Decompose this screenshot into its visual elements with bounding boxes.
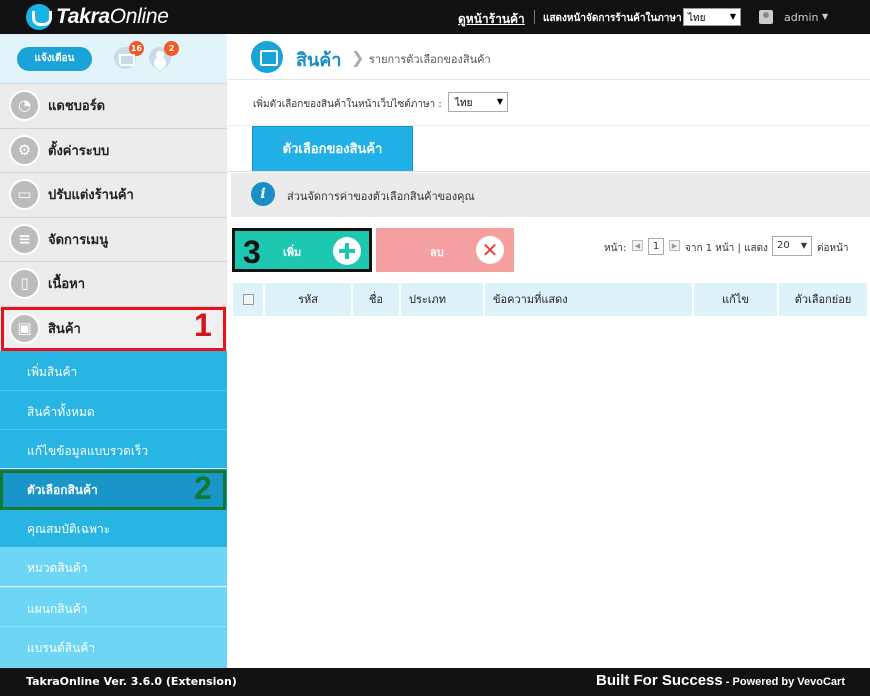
notifications-button[interactable]: แจ้งเตือน (17, 47, 92, 71)
add-option-button[interactable]: 3 เพิ่ม (232, 228, 372, 272)
annotation-number-1: 1 (194, 307, 212, 343)
sidebar-item-content[interactable]: ▯ เนื้อหา (0, 262, 227, 307)
dashboard-icon: ◔ (9, 90, 40, 122)
annotation-box-step-1 (1, 307, 226, 351)
admin-language-value: ไทย (688, 13, 706, 24)
divider (534, 10, 535, 24)
document-icon: ▯ (9, 268, 40, 300)
version-text: TakraOnline Ver. 3.6.0 (Extension) (26, 675, 237, 688)
user-menu[interactable]: admin (784, 11, 818, 24)
options-table-header: รหัส ชื่อ ประเภท ข้อความที่แสดง แก้ไข ตั… (233, 283, 867, 316)
submenu-item-attributes[interactable]: คุณสมบัติเฉพาะ (0, 508, 227, 547)
page-of-text: จาก 1 หน้า | แสดง (685, 243, 768, 254)
sidebar-top: แจ้งเตือน 16 2 (0, 34, 227, 84)
submenu-item-all-products[interactable]: สินค้าทั้งหมด (0, 390, 227, 429)
sidebar-item-dashboard[interactable]: ◔ แดชบอร์ด (0, 84, 227, 129)
table-header-name[interactable]: ชื่อ (353, 283, 401, 316)
content-language-value: ไทย (455, 98, 473, 109)
logo-icon (26, 4, 52, 30)
prev-page-icon[interactable]: ◀ (632, 240, 643, 251)
submenu-item-add-product[interactable]: เพิ่มสินค้า (0, 351, 227, 390)
page-header: สินค้า ❯ รายการตัวเลือกของสินค้า (227, 34, 870, 80)
content-language-row: เพิ่มตัวเลือกของสินค้าในหน้าเว็บไซต์ภาษา… (227, 80, 870, 126)
sidebar-item-label: ปรับแต่งร้านค้า (48, 188, 134, 204)
gears-icon: ⚙ (9, 134, 40, 166)
chevron-down-icon: ▼ (800, 241, 807, 250)
next-page-icon[interactable]: ▶ (669, 240, 680, 251)
menu-list-icon: ≡ (9, 223, 40, 255)
page-title[interactable]: สินค้า (296, 45, 341, 74)
sidebar-item-customize-store[interactable]: ▭ ปรับแต่งร้านค้า (0, 173, 227, 218)
per-page-select[interactable]: 20 ▼ (772, 236, 812, 256)
delete-button-label: ลบ (430, 246, 444, 259)
tab-product-options[interactable]: ตัวเลือกของสินค้า (252, 126, 413, 172)
table-header-display-text[interactable]: ข้อความที่แสดง (485, 283, 694, 316)
close-icon: ✕ (476, 236, 504, 264)
submenu-item-quick-edit[interactable]: แก้ไขข้อมูลแบบรวดเร็ว (0, 429, 227, 468)
info-icon: i (251, 182, 275, 206)
delete-option-button[interactable]: ลบ ✕ (376, 228, 514, 272)
members-badge: 2 (164, 41, 179, 56)
submenu-item-label: แบรนด์สินค้า (27, 641, 96, 655)
submenu-item-label: หมวดสินค้า (27, 561, 88, 575)
admin-language-label: แสดงหน้าจัดการร้านค้าในภาษา (543, 13, 682, 24)
submenu-item-label: คุณสมบัติเฉพาะ (27, 522, 111, 536)
breadcrumb: รายการตัวเลือกของสินค้า (369, 53, 491, 66)
submenu-item-brands[interactable]: แบรนด์สินค้า (0, 626, 227, 668)
logo-text-rest: Online (109, 5, 169, 28)
powered-by-text: - Powered by VevoCart (722, 676, 845, 688)
table-header-type[interactable]: ประเภท (401, 283, 485, 316)
per-page-value: 20 (777, 240, 790, 251)
chevron-right-icon: ❯ (351, 48, 365, 67)
content-language-label: เพิ่มตัวเลือกของสินค้าในหน้าเว็บไซต์ภาษา… (253, 99, 442, 110)
page-number-input[interactable]: 1 (648, 238, 664, 255)
submenu-item-departments[interactable]: แผนกสินค้า (0, 587, 227, 626)
sidebar-item-settings[interactable]: ⚙ ตั้งค่าระบบ (0, 128, 227, 173)
annotation-box-step-2 (0, 470, 226, 510)
submenu-item-label: สินค้าทั้งหมด (27, 405, 95, 419)
footer-tagline: Built For Success - Powered by VevoCart (596, 672, 845, 689)
select-all-checkbox[interactable] (243, 294, 254, 305)
plus-icon (333, 237, 361, 265)
add-button-label: เพิ่ม (283, 246, 302, 259)
divider (227, 171, 870, 172)
admin-language-select[interactable]: ไทย ▼ (683, 8, 741, 26)
tagline-text: Built For Success (596, 672, 723, 689)
submenu-item-categories[interactable]: หมวดสินค้า (0, 547, 227, 586)
per-page-suffix: ต่อหน้า (817, 243, 849, 254)
sidebar-item-label: ตั้งค่าระบบ (48, 143, 110, 159)
view-storefront-link[interactable]: ดูหน้าร้านค้า (458, 10, 525, 29)
chevron-down-icon: ▼ (496, 97, 503, 106)
footer: TakraOnline Ver. 3.6.0 (Extension) Built… (0, 668, 870, 696)
sidebar-item-label: เนื้อหา (48, 277, 86, 293)
members-icon[interactable]: 2 (149, 41, 179, 69)
box-icon (251, 41, 283, 73)
annotation-number-3: 3 (243, 234, 261, 270)
sidebar-item-label: จัดการเมนู (48, 232, 109, 248)
chevron-down-icon[interactable]: ▼ (822, 12, 828, 21)
sidebar-item-menu-management[interactable]: ≡ จัดการเมนู (0, 217, 227, 262)
user-avatar-icon[interactable] (759, 10, 773, 24)
takraonline-logo[interactable]: TakraOnline (26, 3, 169, 31)
table-header-select (233, 283, 265, 316)
submenu-item-label: แผนกสินค้า (27, 602, 88, 616)
top-bar: TakraOnline ดูหน้าร้านค้า แสดงหน้าจัดการ… (0, 0, 870, 34)
annotation-number-2: 2 (194, 470, 212, 506)
page-label: หน้า: (604, 243, 627, 254)
info-text: ส่วนจัดการค่าของตัวเลือกสินค้าของคุณ (287, 190, 475, 203)
submenu-item-label: เพิ่มสินค้า (27, 365, 78, 379)
content-language-select[interactable]: ไทย ▼ (448, 92, 508, 112)
logo-text-bold: Takra (56, 5, 110, 28)
table-header-edit: แก้ไข (694, 283, 779, 316)
table-header-sub-options: ตัวเลือกย่อย (779, 283, 867, 316)
cart-icon[interactable]: 16 (114, 41, 144, 69)
sidebar-item-label: แดชบอร์ด (48, 99, 106, 115)
cart-badge: 16 (128, 41, 144, 56)
submenu-item-label: แก้ไขข้อมูลแบบรวดเร็ว (27, 444, 149, 458)
info-bar: i ส่วนจัดการค่าของตัวเลือกสินค้าของคุณ (231, 173, 870, 217)
table-header-code[interactable]: รหัส (265, 283, 353, 316)
chevron-down-icon: ▼ (729, 12, 736, 21)
monitor-icon: ▭ (9, 179, 40, 211)
